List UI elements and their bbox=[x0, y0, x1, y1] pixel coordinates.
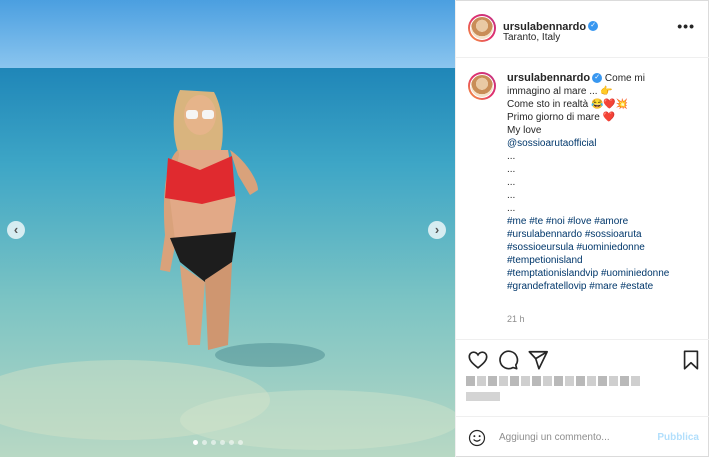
bookmark-icon[interactable] bbox=[680, 349, 702, 371]
chevron-right-icon: › bbox=[434, 222, 440, 237]
next-photo-button[interactable]: › bbox=[428, 221, 446, 239]
carousel-dot bbox=[202, 440, 207, 445]
carousel-dot bbox=[193, 440, 198, 445]
post-photo[interactable]: ‹ › bbox=[0, 0, 455, 457]
laugh-heart-boom-emoji-icon: 😂❤️💥 bbox=[590, 99, 629, 110]
caption-text: Come sto in realtà bbox=[507, 99, 589, 110]
pointing-hand-emoji-icon: 👉 bbox=[600, 86, 613, 97]
caption-text: Primo giorno di mare bbox=[507, 112, 600, 123]
hashtag-line[interactable]: #me #te #noi #love #amore bbox=[507, 215, 697, 228]
blurred-likes-row bbox=[466, 376, 640, 386]
post-side-panel: ursulabennardo ✓ Taranto, Italy ••• ursul… bbox=[455, 0, 709, 457]
carousel-dot bbox=[238, 440, 243, 445]
caption-line: Primo giorno di mare ❤️ bbox=[507, 111, 697, 124]
hashtag-line[interactable]: #ursulabennardo #sossioaruta bbox=[507, 228, 697, 241]
carousel-dot bbox=[211, 440, 216, 445]
dot-line: ... bbox=[507, 151, 516, 162]
caption-username[interactable]: ursulabennardo bbox=[507, 72, 590, 84]
post-timestamp[interactable]: 21 h bbox=[507, 314, 525, 324]
comment-input[interactable]: Aggiungi un commento... bbox=[499, 432, 610, 443]
caption-line: immagino al mare ... 👉 bbox=[507, 85, 697, 98]
caption-text: immagino al mare ... bbox=[507, 86, 598, 97]
dot-line: ... bbox=[507, 177, 516, 188]
hashtag-line[interactable]: #tempetionisland bbox=[507, 254, 697, 267]
dot-line: ... bbox=[507, 203, 516, 214]
caption-line: ursulabennardo ✓ Come mi bbox=[507, 72, 697, 85]
caption-line: Come sto in realtà 😂❤️💥 bbox=[507, 98, 697, 111]
carousel-dots bbox=[193, 440, 243, 445]
avatar[interactable] bbox=[468, 14, 496, 42]
hashtag-line[interactable]: #temptationislandvip #uominiedonne bbox=[507, 267, 697, 280]
mention-link[interactable]: @sossioarutaofficial bbox=[507, 137, 697, 150]
send-icon[interactable] bbox=[527, 349, 549, 371]
dot-line: ... bbox=[507, 190, 516, 201]
dot-line: ... bbox=[507, 164, 516, 175]
beach-photo bbox=[0, 0, 455, 457]
publish-button[interactable]: Pubblica bbox=[657, 432, 699, 443]
heart-emoji-icon: ❤️ bbox=[602, 112, 616, 123]
chevron-left-icon: ‹ bbox=[13, 222, 19, 237]
verified-badge-icon: ✓ bbox=[588, 20, 599, 31]
caption-line: My love bbox=[507, 124, 697, 137]
caption: ursulabennardo ✓ Come mi immagino al mare… bbox=[507, 72, 697, 293]
caption-text: Come mi bbox=[604, 73, 645, 84]
carousel-dot bbox=[229, 440, 234, 445]
blurred-likes-count bbox=[466, 392, 500, 401]
verified-badge-icon: ✓ bbox=[592, 73, 603, 84]
heart-icon[interactable] bbox=[467, 349, 489, 371]
location-link[interactable]: Taranto, Italy bbox=[503, 32, 560, 43]
caption-avatar[interactable] bbox=[468, 72, 496, 100]
comment-box: Aggiungi un commento... Pubblica bbox=[456, 416, 709, 458]
more-options-button[interactable]: ••• bbox=[677, 18, 695, 34]
smiley-icon[interactable] bbox=[468, 429, 486, 447]
hashtag-line[interactable]: #sossioeursula #uominiedonne bbox=[507, 241, 697, 254]
action-bar bbox=[456, 339, 709, 380]
caption-text: My love bbox=[507, 125, 542, 136]
post-header: ursulabennardo ✓ Taranto, Italy ••• bbox=[456, 0, 709, 58]
comment-icon[interactable] bbox=[497, 349, 519, 371]
carousel-dot bbox=[220, 440, 225, 445]
hashtag-line[interactable]: #grandefratellovip #mare #estate bbox=[507, 280, 697, 293]
prev-photo-button[interactable]: ‹ bbox=[7, 221, 25, 239]
